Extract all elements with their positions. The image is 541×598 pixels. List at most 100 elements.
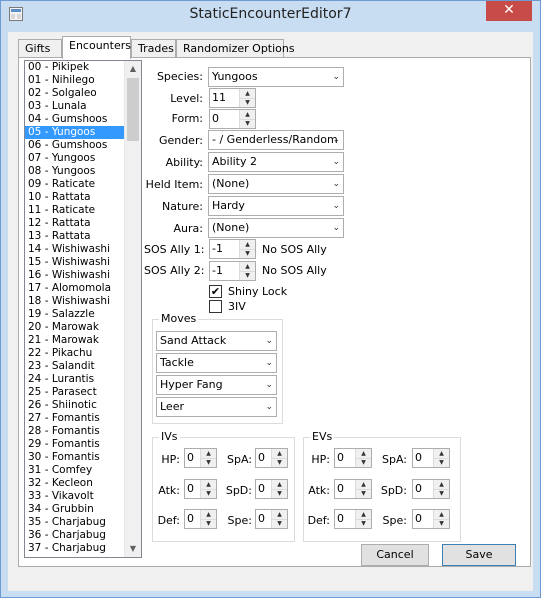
list-scrollbar[interactable]: ▲ ▼ <box>124 61 141 557</box>
ev-atk-value: 0 <box>337 482 344 495</box>
gender-value: - / Genderless/Random <box>212 133 338 146</box>
chevron-down-icon: ⌄ <box>265 336 273 346</box>
species-dropdown[interactable]: Yungoos ⌄ <box>208 67 344 87</box>
iv-spd-stepper[interactable]: 0 ▲ ▼ <box>255 479 288 499</box>
aura-dropdown[interactable]: (None) ⌄ <box>208 218 344 238</box>
sos-ally-2-label: SOS Ally 2: <box>144 264 205 277</box>
gender-dropdown[interactable]: - / Genderless/Random ⌄ <box>208 130 344 150</box>
iv-hp-value: 0 <box>187 451 194 464</box>
scroll-down-arrow-icon[interactable]: ▼ <box>125 541 141 557</box>
nature-dropdown[interactable]: Hardy ⌄ <box>208 196 344 216</box>
iv-spa-label: SpA: <box>226 453 252 466</box>
evs-group-title: EVs <box>310 430 335 443</box>
ev-spe-stepper[interactable]: 0 ▲ ▼ <box>412 509 450 529</box>
spin-down-icon[interactable]: ▼ <box>434 458 449 467</box>
tab-label: Trades <box>138 42 174 55</box>
chevron-down-icon: ⌄ <box>332 223 340 233</box>
three-iv-checkbox[interactable] <box>209 300 222 313</box>
held-item-value: (None) <box>212 177 250 190</box>
level-value: 11 <box>212 91 226 104</box>
ev-spa-stepper[interactable]: 0 ▲ ▼ <box>412 448 450 468</box>
chevron-down-icon: ⌄ <box>332 179 340 189</box>
sos-ally-1-note: No SOS Ally <box>262 243 327 256</box>
spin-down-icon[interactable]: ▼ <box>272 489 287 498</box>
move-3-dropdown[interactable]: Hyper Fang ⌄ <box>156 375 277 395</box>
held-item-dropdown[interactable]: (None) ⌄ <box>208 174 344 194</box>
ev-spd-label: SpD: <box>380 484 407 497</box>
ev-hp-stepper[interactable]: 0 ▲ ▼ <box>334 448 372 468</box>
shiny-lock-label: Shiny Lock <box>228 285 288 298</box>
spin-down-icon[interactable]: ▼ <box>201 489 216 498</box>
chevron-down-icon: ⌄ <box>332 201 340 211</box>
move-3-value: Hyper Fang <box>160 378 223 391</box>
form-label: Form: <box>171 112 203 125</box>
spin-down-icon[interactable]: ▼ <box>356 519 371 528</box>
level-stepper[interactable]: 11 ▲ ▼ <box>209 88 256 108</box>
tab-randomizer-options[interactable]: Randomizer Options <box>176 39 295 57</box>
spin-down-icon[interactable]: ▼ <box>356 489 371 498</box>
nature-label: Nature: <box>161 200 203 213</box>
tab-gifts[interactable]: Gifts <box>18 39 62 57</box>
iv-hp-label: HP: <box>161 453 180 466</box>
ev-spe-label: Spe: <box>382 514 407 527</box>
form-stepper[interactable]: 0 ▲ ▼ <box>209 109 256 129</box>
move-4-dropdown[interactable]: Leer ⌄ <box>156 397 277 417</box>
chevron-down-icon: ⌄ <box>332 157 340 167</box>
spin-down-icon[interactable]: ▼ <box>240 119 255 128</box>
spin-down-icon[interactable]: ▼ <box>434 519 449 528</box>
move-2-dropdown[interactable]: Tackle ⌄ <box>156 353 277 373</box>
ev-spe-value: 0 <box>415 512 422 525</box>
moves-group-title: Moves <box>159 312 199 325</box>
spin-down-icon[interactable]: ▼ <box>201 519 216 528</box>
spin-down-icon[interactable]: ▼ <box>272 458 287 467</box>
cancel-button[interactable]: Cancel <box>361 544 429 566</box>
shiny-lock-checkbox[interactable]: ✔ <box>209 285 222 298</box>
move-1-value: Sand Attack <box>160 334 227 347</box>
spin-down-icon[interactable]: ▼ <box>240 98 255 107</box>
move-4-value: Leer <box>160 400 184 413</box>
chevron-down-icon: ⌄ <box>265 402 273 412</box>
scroll-thumb[interactable] <box>127 78 139 141</box>
ev-atk-stepper[interactable]: 0 ▲ ▼ <box>334 479 372 499</box>
move-1-dropdown[interactable]: Sand Attack ⌄ <box>156 331 277 351</box>
tab-encounters[interactable]: Encounters <box>62 36 131 59</box>
ev-atk-label: Atk: <box>308 484 330 497</box>
ivs-group-title: IVs <box>159 430 180 443</box>
iv-spe-stepper[interactable]: 0 ▲ ▼ <box>255 509 288 529</box>
ability-dropdown[interactable]: Ability 2 ⌄ <box>208 152 344 172</box>
spin-down-icon[interactable]: ▼ <box>356 458 371 467</box>
spin-down-icon[interactable]: ▼ <box>272 519 287 528</box>
ev-spd-stepper[interactable]: 0 ▲ ▼ <box>412 479 450 499</box>
held-item-label: Held Item: <box>145 178 203 191</box>
ability-label: Ability: <box>165 156 203 169</box>
encounter-list[interactable]: 00 - Pikipek 01 - Nihilego 02 - Solgaleo 03… <box>24 60 142 558</box>
nature-value: Hardy <box>212 199 245 212</box>
chevron-down-icon: ⌄ <box>265 380 273 390</box>
title-bar[interactable]: StaticEncounterEditor7 ✕ <box>1 1 540 31</box>
iv-def-stepper[interactable]: 0 ▲ ▼ <box>184 509 217 529</box>
iv-spa-stepper[interactable]: 0 ▲ ▼ <box>255 448 288 468</box>
close-icon: ✕ <box>503 2 515 18</box>
species-value: Yungoos <box>212 70 258 83</box>
sos-ally-1-stepper[interactable]: -1 ▲ ▼ <box>209 239 256 259</box>
scroll-up-arrow-icon[interactable]: ▲ <box>125 61 141 77</box>
save-button[interactable]: Save <box>442 544 516 566</box>
iv-hp-stepper[interactable]: 0 ▲ ▼ <box>184 448 217 468</box>
tab-label: Gifts <box>25 42 51 55</box>
app-window: StaticEncounterEditor7 ✕ Gifts Encounter… <box>0 0 541 598</box>
sos-ally-2-stepper[interactable]: -1 ▲ ▼ <box>209 261 256 281</box>
iv-atk-stepper[interactable]: 0 ▲ ▼ <box>184 479 217 499</box>
close-button[interactable]: ✕ <box>486 1 532 21</box>
checkmark-icon: ✔ <box>210 285 221 298</box>
spin-down-icon[interactable]: ▼ <box>240 249 255 258</box>
spin-down-icon[interactable]: ▼ <box>434 489 449 498</box>
ev-def-stepper[interactable]: 0 ▲ ▼ <box>334 509 372 529</box>
tab-trades[interactable]: Trades <box>131 39 176 57</box>
form-value: 0 <box>212 112 219 125</box>
ev-spd-value: 0 <box>415 482 422 495</box>
iv-atk-value: 0 <box>187 482 194 495</box>
spin-down-icon[interactable]: ▼ <box>201 458 216 467</box>
iv-def-label: Def: <box>157 514 180 527</box>
spin-down-icon[interactable]: ▼ <box>240 271 255 280</box>
tab-label: Encounters <box>69 39 131 52</box>
